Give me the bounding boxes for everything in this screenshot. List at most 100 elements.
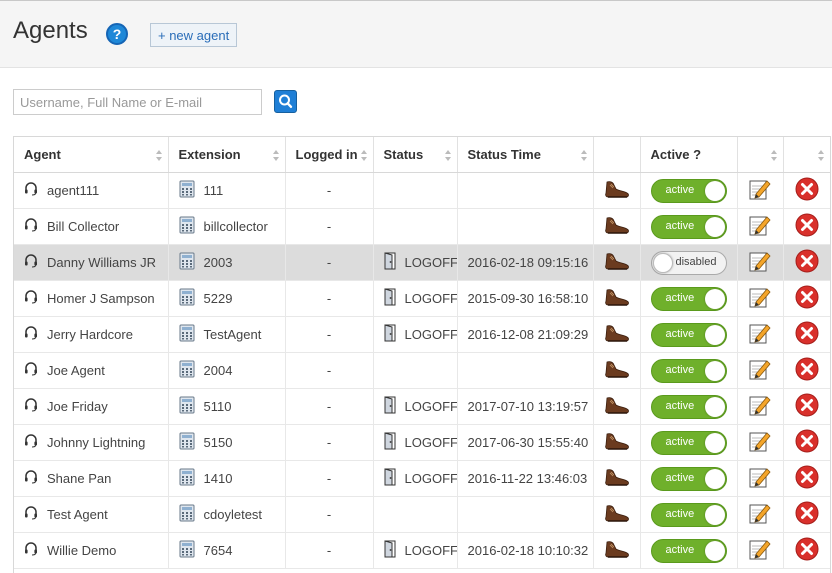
delete-icon[interactable] — [795, 249, 819, 276]
table-row[interactable]: Willie Demo 7654 - LOGOFF 2016-02-18 10:… — [14, 532, 830, 569]
active-cell: active — [640, 352, 738, 389]
delete-icon[interactable] — [795, 465, 819, 492]
headset-icon — [24, 254, 38, 271]
table-row[interactable]: agent111 111 - active — [14, 172, 830, 209]
delete-cell — [783, 316, 830, 353]
edit-icon[interactable] — [749, 214, 771, 239]
status-time-value: 2017-06-30 15:55:40 — [467, 435, 589, 450]
active-toggle[interactable]: active — [650, 358, 727, 383]
delete-icon[interactable] — [795, 501, 819, 528]
table-row[interactable]: Joe Agent 2004 - active — [14, 352, 830, 389]
kick-cell — [593, 244, 641, 281]
column-header-status[interactable]: Status — [373, 137, 458, 173]
status-time-value: 2016-02-18 09:15:16 — [467, 255, 589, 270]
sort-icon[interactable] — [155, 149, 162, 161]
status-time-cell: 2016-11-22 13:46:03 — [457, 460, 594, 497]
column-header-status-time[interactable]: Status Time — [457, 137, 594, 173]
table-row[interactable]: Test Agent cdoyletest - active — [14, 496, 830, 533]
edit-icon[interactable] — [749, 502, 771, 527]
delete-icon[interactable] — [795, 177, 819, 204]
delete-icon[interactable] — [795, 321, 819, 348]
active-toggle[interactable]: active — [650, 178, 727, 203]
edit-icon[interactable] — [749, 250, 771, 275]
toggle-label: active — [665, 219, 695, 232]
edit-icon[interactable] — [749, 430, 771, 455]
shoe-icon[interactable] — [604, 395, 630, 418]
active-toggle[interactable]: disabled — [650, 250, 727, 275]
active-cell: active — [640, 388, 738, 425]
active-cell: active — [640, 208, 738, 245]
column-header-delete[interactable] — [783, 137, 830, 173]
sort-icon[interactable] — [580, 149, 587, 161]
door-icon — [384, 396, 396, 417]
column-header-label: Agent — [24, 147, 61, 162]
toggle-knob — [704, 216, 725, 237]
shoe-icon[interactable] — [604, 431, 630, 454]
agent-name: Test Agent — [47, 507, 108, 522]
active-cell: active — [640, 496, 738, 533]
table-row[interactable]: Danny Williams JR 2003 - LOGOFF 2016-02-… — [14, 244, 830, 281]
logged-in-cell: - — [285, 316, 374, 353]
column-header-edit[interactable] — [737, 137, 784, 173]
active-toggle[interactable]: active — [650, 286, 727, 311]
active-toggle[interactable]: active — [650, 214, 727, 239]
search-input[interactable] — [13, 89, 262, 115]
edit-icon[interactable] — [749, 178, 771, 203]
table-row[interactable]: Bill Collector billcollector - active — [14, 208, 830, 245]
edit-icon[interactable] — [749, 538, 771, 563]
edit-cell — [737, 460, 784, 497]
table-row[interactable]: Shane Pan 1410 - LOGOFF 2016-11-22 13:46… — [14, 460, 830, 497]
shoe-icon[interactable] — [604, 503, 630, 526]
table-row[interactable]: Homer J Sampson 5229 - LOGOFF 2015-09-30… — [14, 280, 830, 317]
shoe-icon[interactable] — [604, 179, 630, 202]
edit-icon[interactable] — [749, 322, 771, 347]
delete-cell — [783, 496, 830, 533]
extension-value: 5229 — [203, 291, 233, 306]
active-toggle[interactable]: active — [650, 430, 727, 455]
sort-icon[interactable] — [360, 149, 367, 161]
sort-icon[interactable] — [444, 149, 451, 161]
active-toggle[interactable]: active — [650, 322, 727, 347]
new-agent-button[interactable]: + new agent — [150, 23, 238, 47]
edit-icon[interactable] — [749, 466, 771, 491]
delete-icon[interactable] — [795, 213, 819, 240]
active-toggle[interactable]: active — [650, 394, 727, 419]
shoe-icon[interactable] — [604, 467, 630, 490]
shoe-icon[interactable] — [604, 215, 630, 238]
table-row[interactable]: Jerry Hardcore TestAgent - LOGOFF 2016-1… — [14, 316, 830, 353]
column-header-extension[interactable]: Extension — [168, 137, 286, 173]
headset-icon — [24, 362, 38, 379]
sort-icon[interactable] — [770, 149, 777, 161]
toggle-label: active — [665, 363, 695, 376]
active-toggle[interactable]: active — [650, 466, 727, 491]
edit-icon[interactable] — [749, 394, 771, 419]
extension-value: 1410 — [203, 471, 233, 486]
edit-icon[interactable] — [749, 358, 771, 383]
delete-icon[interactable] — [795, 393, 819, 420]
sort-icon[interactable] — [272, 149, 279, 161]
shoe-icon[interactable] — [604, 539, 630, 562]
delete-icon[interactable] — [795, 429, 819, 456]
help-icon[interactable]: ? — [106, 23, 128, 45]
status-time-value: 2016-02-18 10:10:32 — [467, 543, 589, 558]
column-header-agent[interactable]: Agent — [14, 137, 169, 173]
toggle-label: active — [665, 471, 695, 484]
search-button[interactable] — [274, 90, 297, 113]
edit-icon[interactable] — [749, 286, 771, 311]
active-toggle[interactable]: active — [650, 502, 727, 527]
delete-icon[interactable] — [795, 537, 819, 564]
toggle-knob — [704, 504, 725, 525]
active-toggle[interactable]: active — [650, 538, 727, 563]
shoe-icon[interactable] — [604, 323, 630, 346]
table-row[interactable]: Joe Friday 5110 - LOGOFF 2017-07-10 13:1… — [14, 388, 830, 425]
status-time-cell: 2016-02-18 09:15:16 — [457, 244, 594, 281]
sort-icon[interactable] — [817, 149, 824, 161]
shoe-icon[interactable] — [604, 251, 630, 274]
shoe-icon[interactable] — [604, 287, 630, 310]
delete-icon[interactable] — [795, 357, 819, 384]
shoe-icon[interactable] — [604, 359, 630, 382]
table-row[interactable]: Johnny Lightning 5150 - LOGOFF 2017-06-3… — [14, 424, 830, 461]
column-header-logged-in[interactable]: Logged in — [285, 137, 374, 173]
extension-cell: 5150 — [168, 424, 286, 461]
delete-icon[interactable] — [795, 285, 819, 312]
